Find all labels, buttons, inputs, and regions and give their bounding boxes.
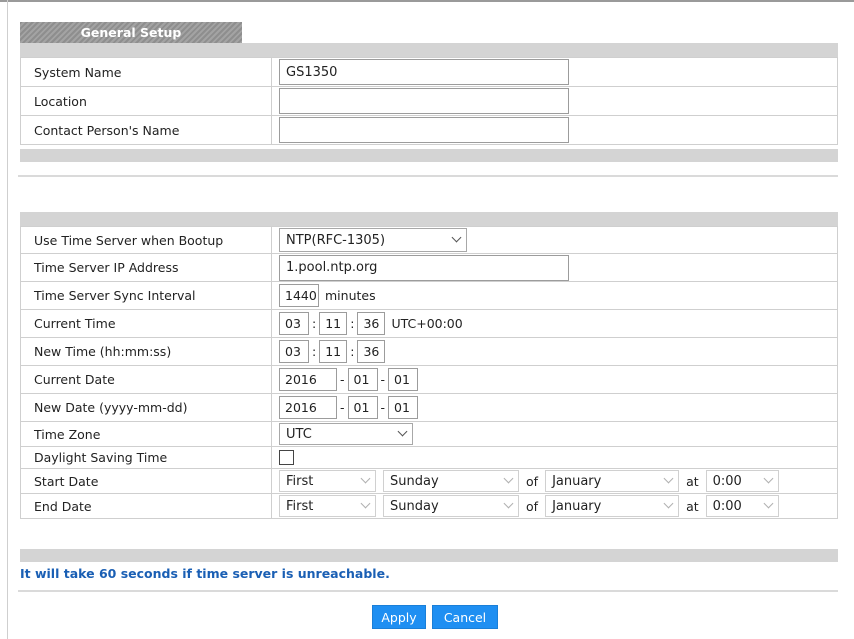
location-input[interactable] — [279, 88, 569, 114]
dst-checkbox[interactable] — [279, 450, 294, 465]
server-ip-label: Time Server IP Address — [34, 260, 179, 275]
table-row: System Name GS1350 — [20, 58, 838, 87]
new-month-input[interactable]: 01 — [347, 396, 378, 419]
chevron-down-icon — [397, 426, 408, 437]
end-date-label: End Date — [34, 498, 92, 514]
chevron-down-icon — [451, 232, 462, 243]
new-hour-input[interactable]: 03 — [279, 340, 309, 363]
chevron-down-icon — [360, 498, 371, 509]
time-section-header-bar — [20, 212, 838, 226]
start-time-select[interactable]: 0:00 — [705, 470, 779, 492]
table-row: Start Date First Sunday of January at 0:… — [20, 469, 838, 494]
tab-general-setup[interactable]: General Setup — [20, 22, 242, 43]
time-server-select[interactable]: NTP(RFC-1305) — [279, 228, 467, 252]
table-row: Time Server Sync Interval 1440 minutes — [20, 282, 838, 310]
end-month-select[interactable]: January — [545, 495, 680, 517]
frame-border — [7, 0, 8, 639]
apply-button[interactable]: Apply — [372, 605, 426, 629]
chevron-down-icon — [763, 498, 774, 509]
dst-label: Daylight Saving Time — [34, 450, 168, 465]
chevron-down-icon — [663, 473, 674, 484]
start-day-select[interactable]: Sunday — [383, 470, 519, 492]
server-ip-input[interactable]: 1.pool.ntp.org — [279, 254, 569, 281]
new-time-label: New Time (hh:mm:ss) — [34, 344, 172, 359]
minutes-unit: minutes — [325, 288, 376, 303]
table-row: Location — [20, 87, 838, 116]
contact-person-input[interactable] — [279, 117, 569, 143]
start-month-select[interactable]: January — [545, 470, 680, 492]
section-header-bar — [20, 43, 838, 57]
current-day: 01 — [388, 368, 419, 391]
contact-person-label: Contact Person's Name — [34, 122, 180, 138]
table-row: New Time (hh:mm:ss) 03 : 11 : 36 — [20, 338, 838, 366]
system-name-label: System Name — [34, 64, 122, 80]
chevron-down-icon — [360, 473, 371, 484]
table-row: Current Time 03 : 11 : 36 UTC+00:00 — [20, 310, 838, 338]
caption-divider — [0, 0, 854, 2]
start-date-label: Start Date — [34, 473, 99, 489]
current-second: 36 — [357, 312, 386, 335]
new-day-input[interactable]: 01 — [388, 396, 419, 419]
time-zone-label: Time Zone — [34, 426, 101, 442]
end-day-select[interactable]: Sunday — [383, 495, 519, 517]
time-section-footer-bar — [20, 549, 838, 562]
current-date-label: Current Date — [34, 372, 115, 387]
start-week-select[interactable]: First — [279, 470, 376, 492]
system-name-input[interactable]: GS1350 — [279, 59, 569, 85]
section-footer-bar — [20, 149, 838, 162]
current-hour: 03 — [279, 312, 309, 335]
chevron-down-icon — [663, 498, 674, 509]
table-row: End Date First Sunday of January at 0:00 — [20, 494, 838, 519]
table-row: Contact Person's Name — [20, 116, 838, 145]
chevron-down-icon — [503, 473, 514, 484]
time-settings-table: Use Time Server when Bootup NTP(RFC-1305… — [20, 226, 838, 519]
time-zone-select[interactable]: UTC — [279, 423, 413, 445]
table-row: New Date (yyyy-mm-dd) 2016 - 01 - 01 — [20, 394, 838, 422]
chevron-down-icon — [503, 498, 514, 509]
time-server-note: It will take 60 seconds if time server i… — [20, 566, 390, 581]
location-label: Location — [34, 93, 87, 109]
cancel-button[interactable]: Cancel — [432, 605, 498, 629]
current-month: 01 — [347, 368, 378, 391]
current-minute: 11 — [319, 312, 348, 335]
chevron-down-icon — [763, 473, 774, 484]
system-info-table: System Name GS1350 Location Contact Pers… — [20, 57, 838, 145]
sync-interval-input[interactable]: 1440 — [279, 284, 319, 307]
new-second-input[interactable]: 36 — [357, 340, 386, 363]
end-week-select[interactable]: First — [279, 495, 376, 517]
table-row: Current Date 2016 - 01 - 01 — [20, 366, 838, 394]
new-minute-input[interactable]: 11 — [319, 340, 348, 363]
table-row: Time Server IP Address 1.pool.ntp.org — [20, 254, 838, 282]
new-year-input[interactable]: 2016 — [279, 396, 337, 419]
current-time-label: Current Time — [34, 316, 116, 331]
sync-interval-label: Time Server Sync Interval — [34, 288, 196, 303]
timezone-offset: UTC+00:00 — [391, 316, 463, 331]
section-divider — [18, 175, 838, 177]
table-row: Daylight Saving Time — [20, 447, 838, 469]
new-date-label: New Date (yyyy-mm-dd) — [34, 400, 188, 415]
current-year: 2016 — [279, 368, 337, 391]
time-server-label: Use Time Server when Bootup — [34, 232, 224, 248]
end-time-select[interactable]: 0:00 — [705, 495, 779, 517]
table-row: Time Zone UTC — [20, 422, 838, 447]
button-divider — [18, 590, 838, 592]
table-row: Use Time Server when Bootup NTP(RFC-1305… — [20, 227, 838, 254]
